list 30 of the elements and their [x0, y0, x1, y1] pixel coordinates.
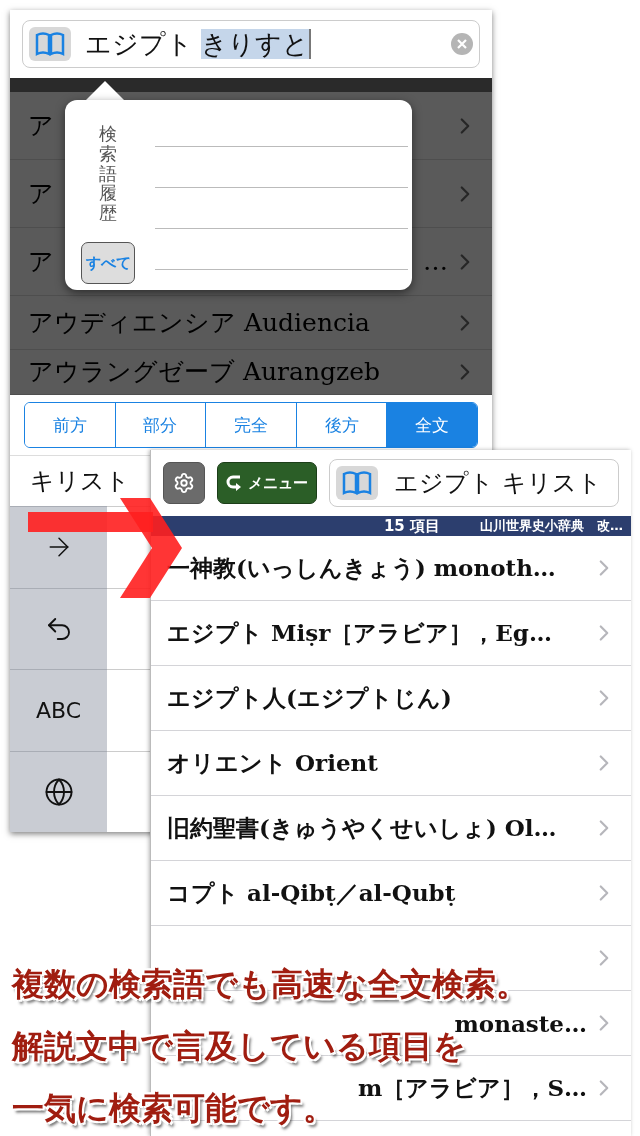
dictionary-title: 山川世界史小辞典 改… — [480, 517, 623, 535]
settings-button[interactable] — [163, 462, 205, 504]
search-text: エジプト キリスト — [394, 468, 603, 499]
result-text[interactable]: m［アラビア］，S… — [358, 1072, 587, 1104]
result-text[interactable]: エジプト人(エジプトじん) — [167, 682, 452, 714]
menu-button[interactable]: メニュー — [217, 462, 317, 504]
history-title: 検索語履歴 — [99, 124, 117, 223]
result-text: ア — [28, 110, 54, 141]
result-text: アウディエンシア Audiencia — [28, 307, 370, 338]
result-text: … — [423, 246, 448, 277]
result-text: ア — [28, 246, 54, 277]
result-text[interactable]: オリエント Orient — [167, 747, 378, 779]
caption-text: 複数の検索語でも高速な全文検索。 — [12, 964, 528, 1005]
result-text: ア — [28, 178, 54, 209]
result-text: アウラングゼーブ Aurangzeb — [28, 357, 381, 387]
search-text: エジプト きりすと — [85, 27, 313, 61]
search-field[interactable]: エジプト きりすと — [22, 20, 480, 68]
candidate-word[interactable]: キリスト — [30, 466, 130, 496]
result-text[interactable]: コプト al-Qibṭ／al-Qubṭ — [167, 877, 456, 909]
book-icon[interactable] — [336, 466, 378, 500]
globe-icon[interactable] — [43, 776, 74, 807]
mode-segment[interactable]: 全文 — [386, 403, 477, 447]
search-field[interactable]: エジプト キリスト — [329, 459, 619, 507]
caption-text: 一気に検索可能です。 — [12, 1088, 335, 1129]
abc-key[interactable]: ABC — [35, 697, 82, 723]
book-icon[interactable] — [29, 27, 71, 61]
gear-icon[interactable] — [173, 472, 195, 494]
result-text[interactable]: エジプト Miṣr［アラビア］，Eg… — [167, 617, 552, 649]
result-count: 15 項目 — [383, 516, 440, 536]
result-text[interactable]: 旧約聖書(きゅうやくせいしょ) Ol… — [167, 812, 557, 844]
